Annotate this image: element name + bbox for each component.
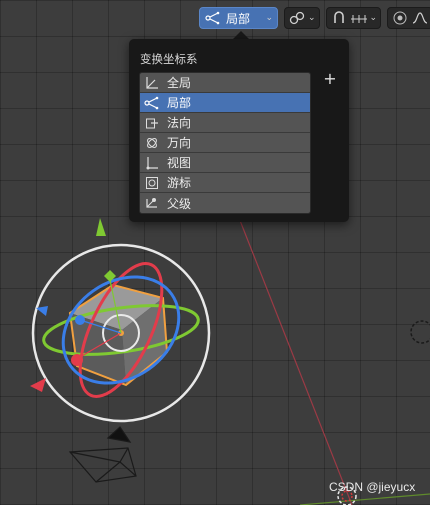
transform-orientation-dropdown[interactable]: 局部 ⌄	[199, 7, 278, 29]
viewport-header-toolbar: 局部 ⌄ ⌄ ⌄	[199, 6, 430, 30]
x-handle	[71, 354, 83, 366]
pivot-point-dropdown[interactable]: ⌄	[284, 7, 320, 29]
orientation-item-normal[interactable]: 法向	[140, 113, 310, 133]
popup-caret	[233, 31, 249, 39]
falloff-curve-icon[interactable]	[411, 9, 429, 27]
proportional-editing-group[interactable]	[387, 7, 430, 29]
cursor-icon	[143, 175, 161, 191]
y-axis-line	[299, 493, 430, 505]
link-icon	[288, 9, 306, 27]
local-icon	[143, 95, 161, 111]
orientation-item-cursor[interactable]: 游标	[140, 173, 310, 193]
global-icon	[143, 75, 161, 91]
orientation-item-label: 视图	[167, 156, 192, 170]
add-orientation-button[interactable]: +	[323, 71, 337, 87]
orientation-item-label: 局部	[167, 96, 192, 110]
orientation-label: 局部	[226, 11, 251, 26]
snap-group[interactable]: ⌄	[325, 7, 382, 29]
camera-object	[68, 426, 137, 483]
transform-orientation-popup: 变换坐标系 + 全局 局部 法向 万向 视图 游标 父级	[129, 39, 349, 222]
x-scale-cone	[30, 378, 46, 392]
z-handle	[75, 315, 85, 325]
watermark-text: CSDN @jieyucx	[329, 480, 416, 494]
parent-icon	[143, 195, 161, 211]
orientation-item-label: 万向	[167, 136, 192, 150]
orientation-list: 全局 局部 法向 万向 视图 游标 父级	[139, 72, 311, 214]
orientation-item-gimbal[interactable]: 万向	[140, 133, 310, 153]
light-object	[410, 320, 430, 344]
local-orientation-icon	[204, 9, 222, 27]
y-scale-cone	[96, 218, 106, 236]
view-icon	[143, 155, 161, 171]
orientation-item-parent[interactable]: 父级	[140, 193, 310, 213]
x-axis-line	[227, 189, 353, 505]
chevron-down-icon: ⌄	[369, 13, 378, 23]
gimbal-icon	[143, 135, 161, 151]
orientation-item-label: 全局	[167, 76, 192, 90]
orientation-item-view[interactable]: 视图	[140, 153, 310, 173]
orientation-item-label: 游标	[167, 176, 192, 190]
chevron-down-icon: ⌄	[265, 13, 273, 23]
chevron-down-icon: ⌄	[308, 13, 316, 23]
normal-icon	[143, 115, 161, 131]
popup-title: 变换坐标系	[140, 52, 198, 66]
snap-icon[interactable]	[330, 9, 348, 27]
orientation-item-global[interactable]: 全局	[140, 73, 310, 93]
snap-increment-icon[interactable]	[350, 9, 368, 27]
orientation-item-label: 父级	[167, 196, 192, 211]
orientation-item-label: 法向	[167, 116, 192, 130]
proportional-editing-icon[interactable]	[391, 9, 409, 27]
orientation-item-local[interactable]: 局部	[140, 93, 310, 113]
